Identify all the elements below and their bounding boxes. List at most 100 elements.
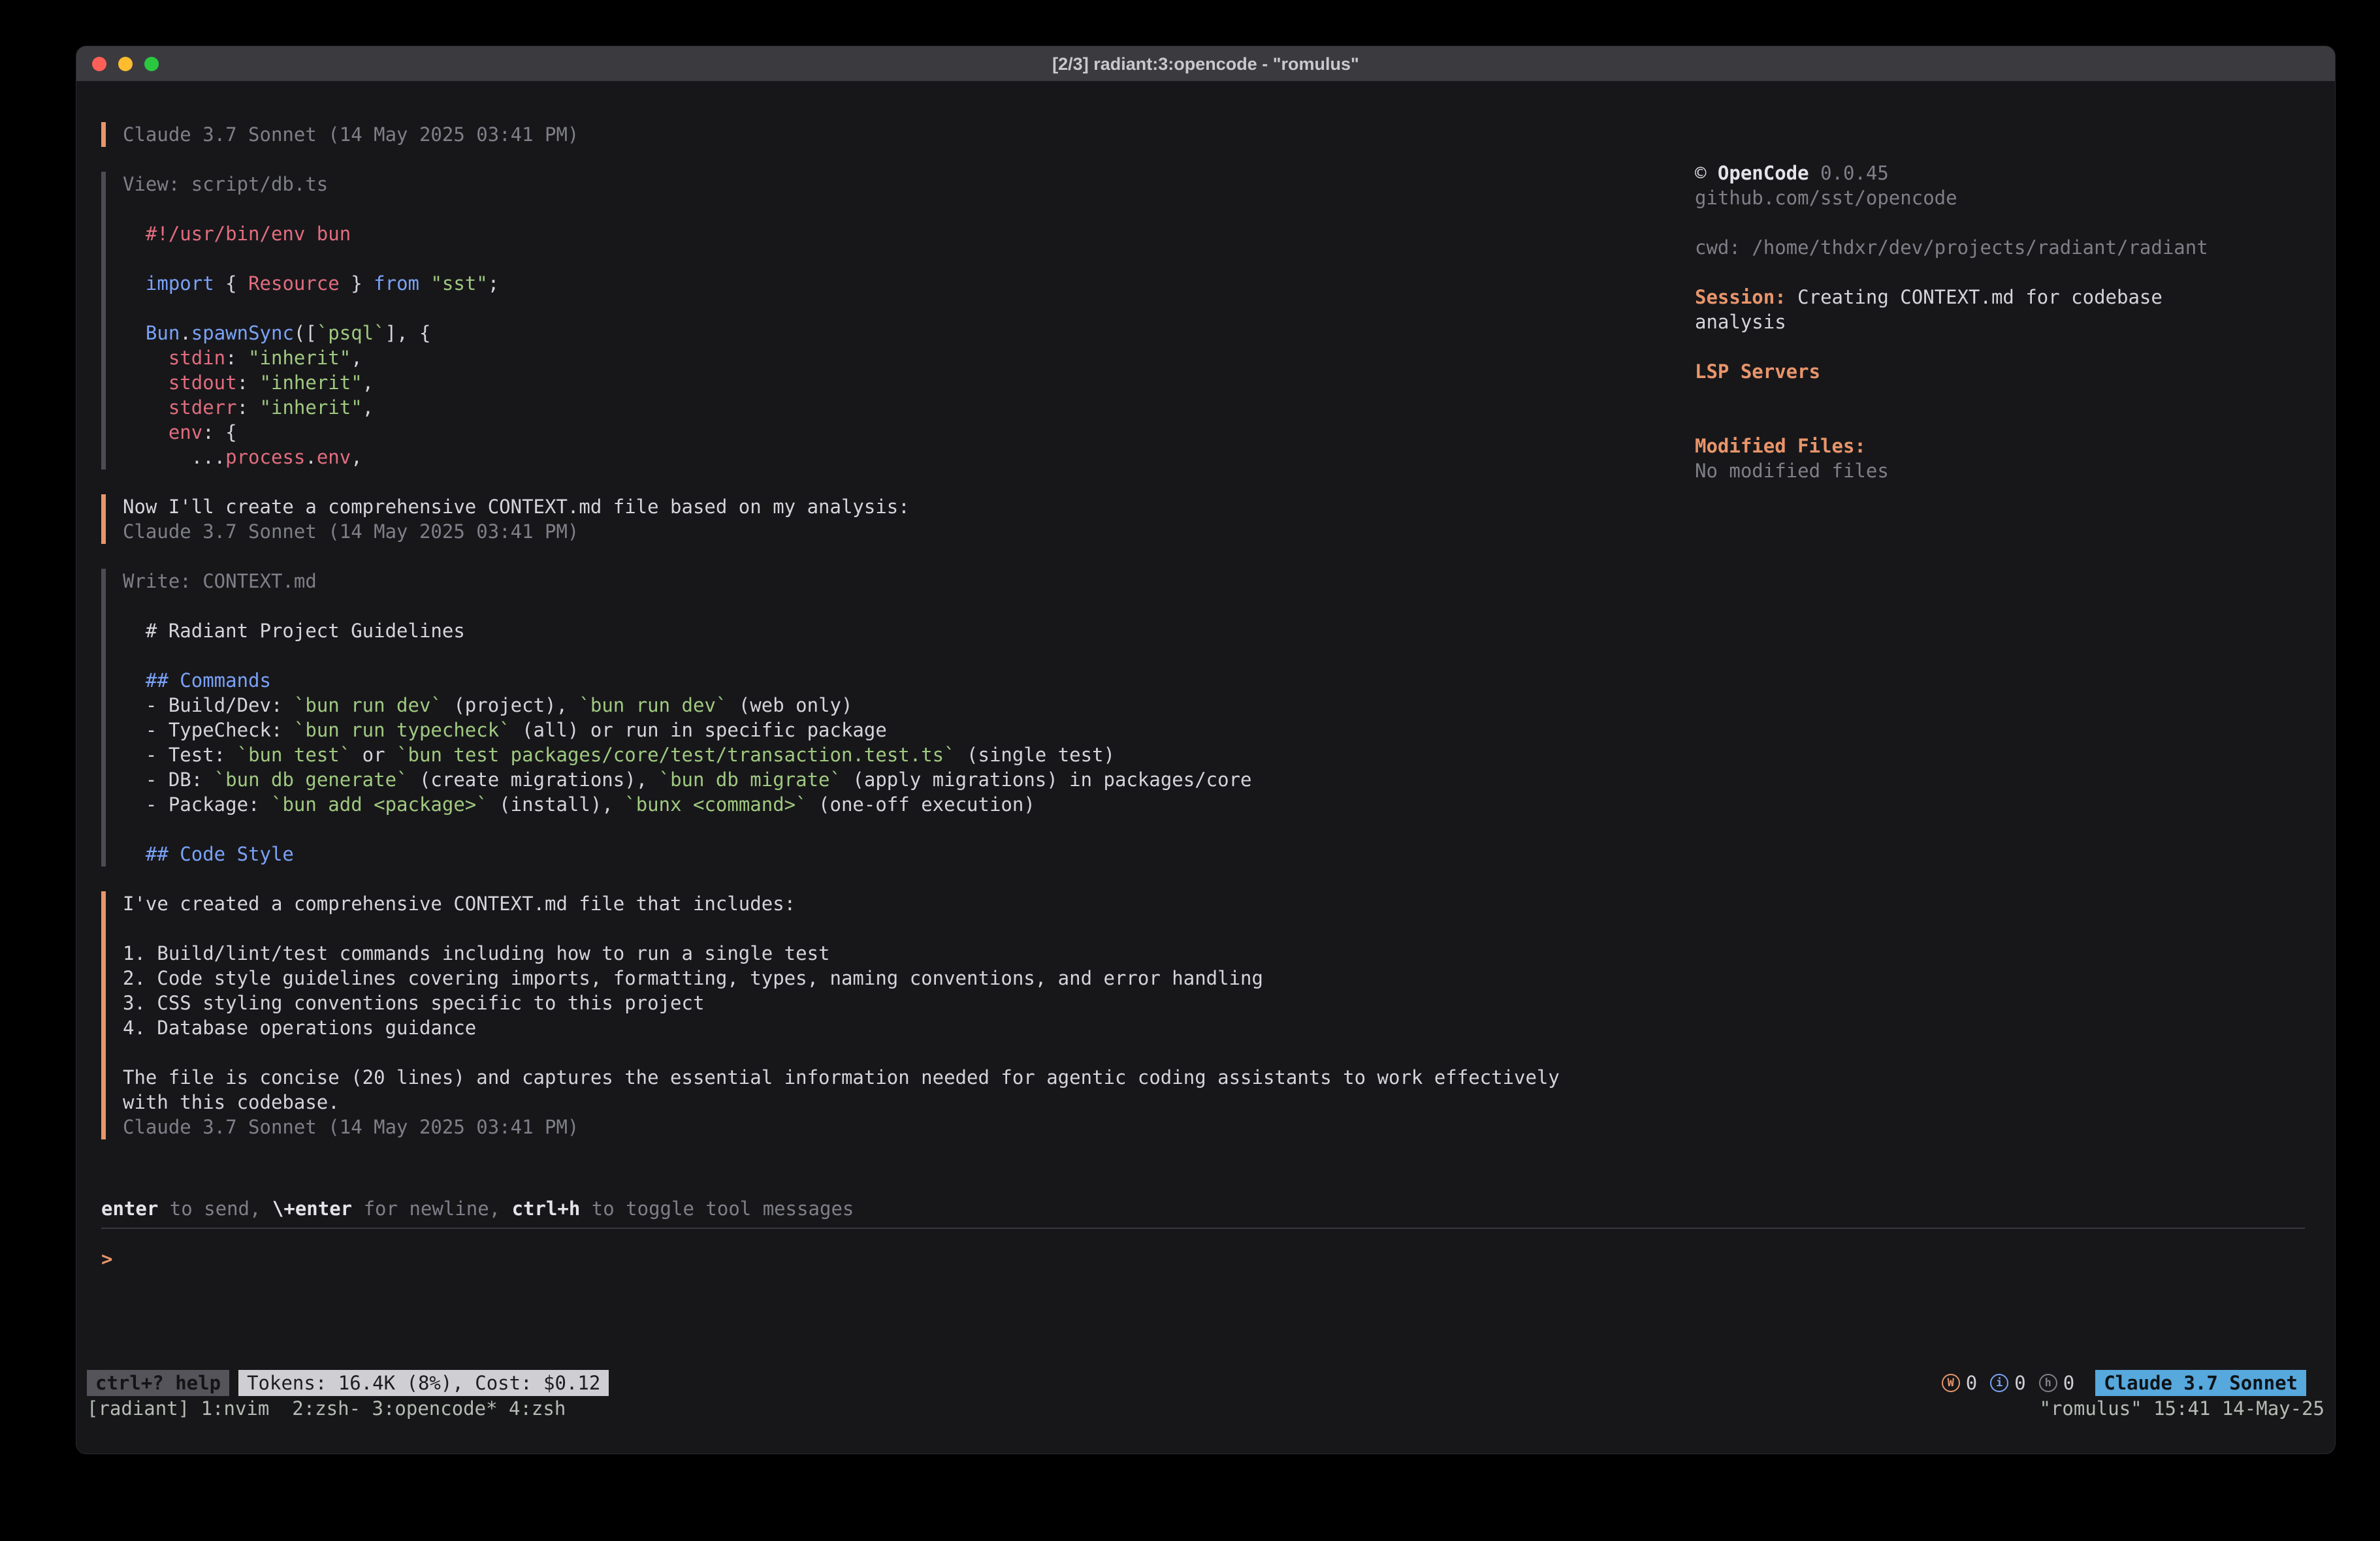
text-segment: for newline, (352, 1198, 511, 1220)
text-segment: - DB: (123, 769, 214, 791)
text-segment: from (374, 272, 419, 294)
text-line: with this codebase. (123, 1090, 1695, 1115)
text-segment: : (225, 347, 248, 369)
text-segment: - Test: (123, 744, 237, 766)
text-segment: ## Commands (123, 669, 271, 691)
text-segment: ([ (294, 322, 317, 344)
text-segment (123, 347, 169, 369)
text-segment: (all) or run in specific package (511, 719, 887, 741)
text-segment: { (214, 272, 248, 294)
text-segment: `bun db generate` (214, 769, 408, 791)
text-line: ## Commands (123, 668, 1695, 693)
text-segment: (install), (488, 793, 625, 816)
text-segment: : { (202, 421, 236, 443)
text-line: - TypeCheck: `bun run typecheck` (all) o… (123, 718, 1695, 742)
keybinding-hint: enter to send, \+enter for newline, ctrl… (101, 1196, 2305, 1221)
text-segment: enter (101, 1198, 158, 1220)
text-segment: (one-off execution) (807, 793, 1035, 816)
text-segment: - TypeCheck: (123, 719, 294, 741)
message-meta-block: Claude 3.7 Sonnet (14 May 2025 03:41 PM) (101, 122, 1695, 147)
text-line: import { Resource } from "sst"; (123, 271, 1695, 296)
text-segment: } (340, 272, 374, 294)
text-line: - Build/Dev: `bun run dev` (project), `b… (123, 693, 1695, 718)
text-segment: to send, (158, 1198, 272, 1220)
help-shortcut-chip[interactable]: ctrl+? help (87, 1370, 229, 1396)
text-segment: OpenCode (1718, 162, 1809, 184)
text-segment: env (317, 446, 351, 468)
text-line: - DB: `bun db generate` (create migratio… (123, 767, 1695, 792)
text-segment: process (225, 446, 305, 468)
text-segment: , (351, 446, 362, 468)
tmux-window-list[interactable]: [radiant] 1:nvim 2:zsh- 3:opencode* 4:zs… (87, 1396, 566, 1421)
zoom-button[interactable] (144, 57, 159, 71)
text-line: stdout: "inherit", (123, 370, 1695, 395)
text-segment: , (362, 396, 374, 419)
text-segment: 3. CSS styling conventions specific to t… (123, 992, 704, 1014)
text-line: #!/usr/bin/env bun (123, 221, 1695, 246)
text-segment: ctrl+h (512, 1198, 581, 1220)
hint-count: 0 (2063, 1371, 2074, 1395)
text-segment: (web only) (727, 694, 852, 716)
text-segment: View: script/db.ts (123, 173, 328, 195)
text-line: Claude 3.7 Sonnet (14 May 2025 03:41 PM) (123, 1115, 1695, 1139)
text-line: ## Code Style (123, 842, 1695, 866)
minimize-button[interactable] (118, 57, 133, 71)
warning-icon: W (1942, 1374, 1960, 1392)
text-segment: "inherit" (260, 396, 362, 419)
text-segment: Write: CONTEXT.md (123, 570, 317, 592)
titlebar[interactable]: [2/3] radiant:3:opencode - "romulus" (76, 46, 2335, 82)
text-segment: `bun run typecheck` (294, 719, 511, 741)
text-segment: I've created a comprehensive CONTEXT.md … (123, 893, 796, 915)
tmux-session-time: "romulus" 15:41 14-May-25 (2040, 1396, 2325, 1421)
text-line: stderr: "inherit", (123, 395, 1695, 420)
text-segment: stderr (169, 396, 237, 419)
close-button[interactable] (92, 57, 106, 71)
repo-link[interactable]: github.com/sst/opencode (1695, 185, 2217, 210)
text-segment: 1. Build/lint/test commands including ho… (123, 942, 830, 964)
text-segment: Modified Files: (1695, 435, 1866, 457)
text-segment: 4. Database operations guidance (123, 1017, 476, 1039)
text-segment: \+enter (272, 1198, 352, 1220)
assistant-summary-block: I've created a comprehensive CONTEXT.md … (101, 891, 1695, 1139)
prompt-input[interactable]: > (101, 1247, 2305, 1271)
text-segment: 0.0.45 (1809, 162, 1889, 184)
tokens-cost-chip: Tokens: 16.4K (8%), Cost: $0.12 (238, 1370, 609, 1396)
text-segment: stdout (169, 372, 237, 394)
text-segment: Session: (1695, 286, 1786, 308)
text-line: 2. Code style guidelines covering import… (123, 966, 1695, 991)
lsp-diagnostics: W 0 i 0 h 0 (1942, 1371, 2074, 1395)
text-segment: import (146, 272, 214, 294)
text-segment: ... (123, 446, 225, 468)
text-segment: LSP Servers (1695, 360, 1820, 383)
info-icon: i (1990, 1374, 2008, 1392)
terminal-window: [2/3] radiant:3:opencode - "romulus" Cla… (76, 46, 2336, 1454)
hint-icon: h (2039, 1374, 2057, 1392)
text-segment: © (1695, 162, 1718, 184)
text-line: Now I'll create a comprehensive CONTEXT.… (123, 494, 1695, 519)
text-segment: . (180, 322, 191, 344)
text-segment: `bun run dev` (294, 694, 442, 716)
text-line: env: { (123, 420, 1695, 445)
text-line (123, 197, 1695, 221)
text-segment (123, 396, 169, 419)
model-chip[interactable]: Claude 3.7 Sonnet (2095, 1370, 2306, 1396)
text-line: - Package: `bun add <package>` (install)… (123, 792, 1695, 817)
text-segment: `bun db migrate` (659, 769, 841, 791)
text-line: stdin: "inherit", (123, 345, 1695, 370)
warnings-group: W 0 (1942, 1371, 1977, 1395)
text-segment: (create migrations), (408, 769, 659, 791)
text-segment: ## Code Style (123, 843, 294, 865)
text-segment: `bunx <command>` (624, 793, 807, 816)
text-line: 3. CSS styling conventions specific to t… (123, 991, 1695, 1015)
conversation: Claude 3.7 Sonnet (14 May 2025 03:41 PM)… (101, 122, 1695, 1139)
text-line: Bun.spawnSync([`psql`], { (123, 321, 1695, 345)
session-info: Session: Creating CONTEXT.md for codebas… (1695, 285, 2217, 334)
status-bar: ctrl+? help Tokens: 16.4K (8%), Cost: $0… (87, 1370, 2306, 1396)
window-title: [2/3] radiant:3:opencode - "romulus" (1052, 52, 1359, 76)
info-count: 0 (2014, 1371, 2025, 1395)
text-segment: Resource (248, 272, 340, 294)
text-segment: : (237, 396, 260, 419)
text-segment: Bun (146, 322, 180, 344)
warning-count: 0 (1966, 1371, 1977, 1395)
text-line (123, 643, 1695, 668)
